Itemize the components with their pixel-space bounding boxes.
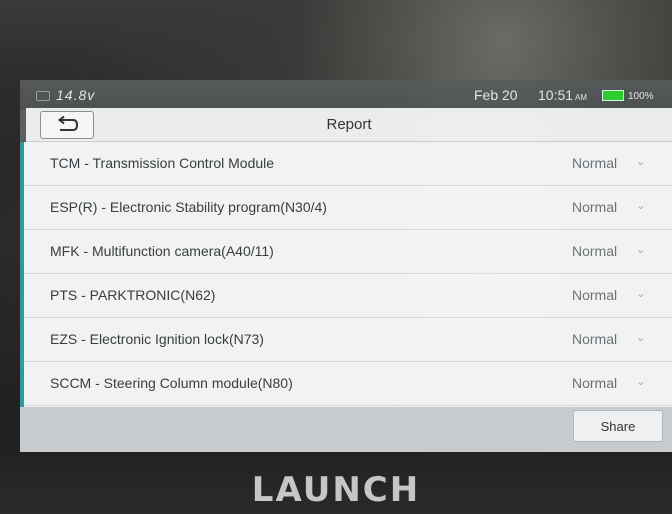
voltage-readout: 14.8v bbox=[36, 87, 95, 103]
status-time: 10:51 AM bbox=[538, 87, 587, 103]
report-row-tcm[interactable]: TCM - Transmission Control Module Normal… bbox=[24, 142, 672, 186]
report-row-sccm[interactable]: SCCM - Steering Column module(N80) Norma… bbox=[24, 362, 672, 406]
module-status: Normal bbox=[572, 243, 618, 259]
module-status: Normal bbox=[572, 331, 618, 347]
module-name: PTS - PARKTRONIC(N62) bbox=[50, 287, 216, 303]
status-date: Feb 20 bbox=[474, 87, 518, 103]
battery-icon bbox=[602, 90, 624, 101]
module-status: Normal bbox=[572, 155, 618, 171]
module-name: ESP(R) - Electronic Stability program(N3… bbox=[50, 199, 327, 215]
module-status: Normal bbox=[572, 199, 618, 215]
report-row-mfk[interactable]: MFK - Multifunction camera(A40/11) Norma… bbox=[24, 230, 672, 274]
battery-percentage: 100% bbox=[628, 91, 654, 102]
brand-logo: LAUNCH bbox=[251, 470, 421, 510]
chevron-down-icon[interactable]: ⌄ bbox=[636, 287, 645, 300]
status-clock: 10:51 bbox=[538, 87, 574, 103]
module-name: MFK - Multifunction camera(A40/11) bbox=[50, 243, 274, 259]
module-name: TCM - Transmission Control Module bbox=[50, 155, 275, 171]
bottom-toolbar: Share bbox=[20, 407, 672, 452]
module-name: EZS - Electronic Ignition lock(N73) bbox=[50, 331, 264, 347]
module-status: Normal bbox=[572, 287, 618, 303]
report-row-esp[interactable]: ESP(R) - Electronic Stability program(N3… bbox=[24, 186, 672, 230]
share-button[interactable]: Share bbox=[573, 410, 663, 442]
report-row-pts[interactable]: PTS - PARKTRONIC(N62) Normal ⌄ bbox=[24, 274, 672, 318]
chevron-down-icon[interactable]: ⌄ bbox=[636, 243, 645, 256]
report-row-ezs[interactable]: EZS - Electronic Ignition lock(N73) Norm… bbox=[24, 318, 672, 362]
title-bar: Report bbox=[26, 108, 672, 142]
page-title: Report bbox=[326, 116, 372, 133]
module-status: Normal bbox=[572, 375, 618, 391]
chevron-down-icon[interactable]: ⌄ bbox=[636, 199, 645, 212]
device-screen: 14.8v Feb 20 10:51 AM 100% Report TCM - T… bbox=[20, 80, 672, 452]
status-bar: 14.8v Feb 20 10:51 AM 100% bbox=[20, 80, 672, 110]
chevron-down-icon[interactable]: ⌄ bbox=[636, 375, 645, 388]
status-ampm: AM bbox=[575, 93, 588, 102]
car-icon bbox=[36, 91, 50, 102]
report-list: TCM - Transmission Control Module Normal… bbox=[20, 142, 672, 407]
voltage-value: 14.8v bbox=[56, 87, 96, 103]
chevron-down-icon[interactable]: ⌄ bbox=[636, 155, 645, 168]
chevron-down-icon[interactable]: ⌄ bbox=[636, 331, 645, 344]
module-name: SCCM - Steering Column module(N80) bbox=[50, 375, 293, 391]
